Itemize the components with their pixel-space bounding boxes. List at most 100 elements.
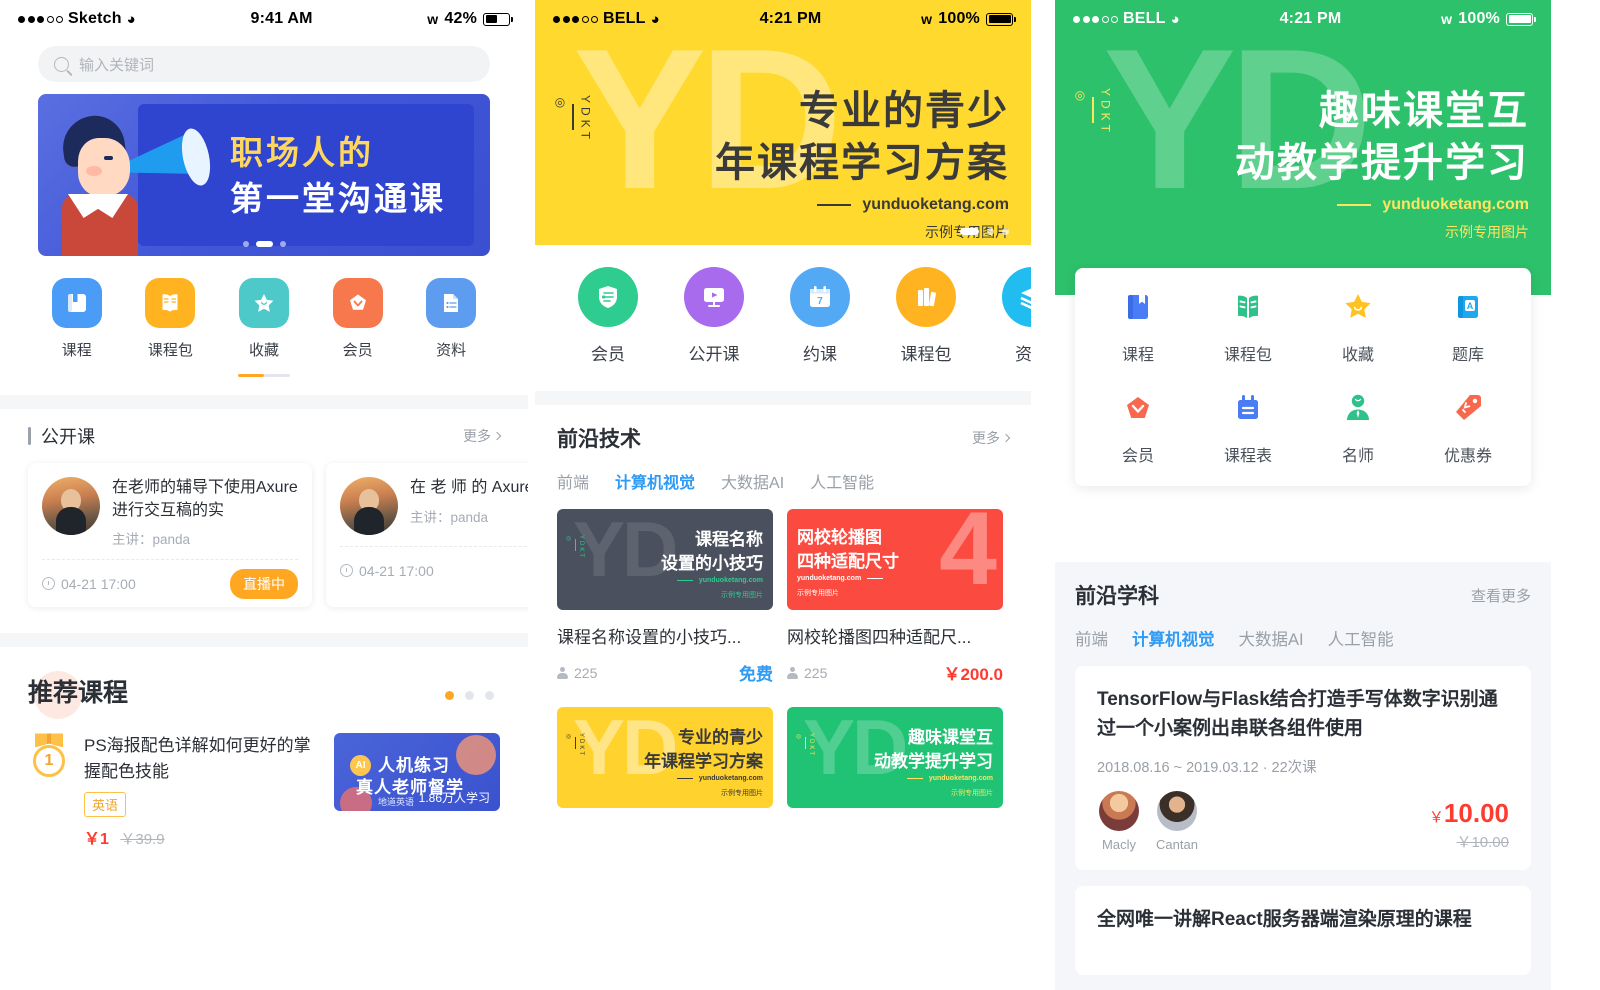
grid-label: 课程 <box>1121 347 1154 364</box>
grid-item-teachers[interactable]: 名师 <box>1303 391 1413 466</box>
nav-item-course-pack[interactable]: 课程包 <box>873 267 979 365</box>
wifi-icon: ◕ <box>126 10 136 28</box>
teacher-name: Cantan <box>1156 836 1198 852</box>
banner-url: yunduoketang.com <box>1382 196 1529 213</box>
svg-text:7: 7 <box>817 296 823 307</box>
banner-line2: 年课程学习方案 <box>715 141 1009 185</box>
tab-computer-vision[interactable]: 计算机视觉 <box>615 469 695 493</box>
time-text: 04-21 17:00 <box>359 562 434 579</box>
thumb-subtext: 示例专用图片 <box>951 790 993 797</box>
section-more-link[interactable]: 更多 <box>972 428 1011 448</box>
search-input[interactable]: 输入关键词 <box>38 46 490 82</box>
nav-item-member[interactable]: 会员 <box>555 267 661 365</box>
nav-item-course-pack[interactable]: 课程包 <box>124 278 218 360</box>
current-price: ￥1 <box>84 831 109 849</box>
thumb-content: YD YDKT ◎ 专业的青少 年课程学习方案 yunduoketang.com … <box>557 707 773 808</box>
grid-item-coupon[interactable]: 优惠券 <box>1413 391 1523 466</box>
book-icon <box>51 278 102 328</box>
battery-percent: 100% <box>1458 10 1500 27</box>
diamond-icon <box>332 278 383 328</box>
course-list-item[interactable]: TensorFlow与Flask结合打造手写体数字识别通过一个小案例出串联各组件… <box>1075 666 1531 870</box>
open-class-section: 公开课 更多 在老师的辅导下使用Axure进行交互稿的实 主讲：panda 04… <box>0 409 528 608</box>
banner-pagination[interactable] <box>38 241 490 247</box>
course-time: 04-21 17:00 <box>340 563 434 579</box>
course-price: 免费 <box>739 665 773 684</box>
open-class-title: 公开课 <box>41 427 95 447</box>
banner-pagination[interactable] <box>960 228 1009 235</box>
course-name: 网校轮播图四种适配尺... <box>787 628 972 647</box>
nav-item-course[interactable]: 课程 <box>30 278 124 360</box>
tab-bigdata-ai[interactable]: 大数据AI <box>721 469 784 493</box>
open-class-card[interactable]: 在 老 师 的 Axure进行: 主讲：panda 04-21 17:00 <box>326 463 528 608</box>
banner-url-row: yunduoketang.com <box>1337 196 1529 214</box>
thumb-subtext: 示例专用图片 <box>721 592 763 599</box>
title-accent-bar <box>28 427 31 445</box>
grid-label: 收藏 <box>1341 347 1374 364</box>
side-label-text: YDKT <box>578 95 593 144</box>
recommend-course-title: PS海报配色详解如何更好的掌握配色技能 <box>84 736 311 781</box>
hero-banner-yellow[interactable]: BELL ◕ 4:21 PM w 100% YD YDKT ◎ 专业的青少 年课… <box>535 0 1031 245</box>
thumb-content: 4 网校轮播图 四种适配尺寸 yunduoketang.com 示例专用图片 <box>787 509 1003 610</box>
thumb-line1: 网校轮播图 <box>797 528 882 547</box>
teacher[interactable]: Macly <box>1097 790 1141 852</box>
tab-bigdata-ai[interactable]: 大数据AI <box>1239 626 1304 650</box>
nav-label: 会员 <box>591 345 625 364</box>
course-card[interactable]: 4 网校轮播图 四种适配尺寸 yunduoketang.com 示例专用图片 网… <box>787 509 1003 685</box>
tab-frontend[interactable]: 前端 <box>1075 626 1108 650</box>
grid-label: 题库 <box>1451 347 1484 364</box>
nav-item-member[interactable]: 会员 <box>311 278 405 360</box>
carrier-label: Sketch <box>68 10 122 27</box>
tab-frontend[interactable]: 前端 <box>557 469 589 493</box>
battery-percent: 100% <box>938 10 980 27</box>
tab-ai[interactable]: 人工智能 <box>810 469 874 493</box>
nav-label: 资料 <box>436 342 467 359</box>
nav-item-favorites[interactable]: 收藏 <box>217 278 311 360</box>
thumb-line2: 四种适配尺寸 <box>797 552 899 571</box>
nav-item-materials[interactable]: 资料 <box>404 278 498 360</box>
hero-banner-green[interactable]: BELL ◕ 4:21 PM w 100% YD YDKT ◎ 趣味课堂互 动教… <box>1055 0 1551 295</box>
grid-label: 优惠券 <box>1443 448 1492 465</box>
nav-page-indicator[interactable] <box>0 374 528 377</box>
open-class-card[interactable]: 在老师的辅导下使用Axure进行交互稿的实 主讲：panda 04-21 17:… <box>28 463 312 608</box>
card-info: 在老师的辅导下使用Axure进行交互稿的实 主讲：panda <box>112 477 298 548</box>
avatar <box>340 477 398 535</box>
course-thumbnail: 4 网校轮播图 四种适配尺寸 yunduoketang.com 示例专用图片 <box>787 509 1003 610</box>
current-price: ￥10.00 <box>1429 798 1509 829</box>
nav-item-materials[interactable]: 资料 <box>979 267 1031 365</box>
original-price: ￥10.00 <box>1429 831 1509 852</box>
hero-banner-carousel[interactable]: 职场人的 第一堂沟通课 <box>38 94 490 256</box>
teacher[interactable]: Cantan <box>1155 790 1199 852</box>
more-label: 更多 <box>463 428 491 444</box>
bluetooth-icon: w <box>921 11 933 27</box>
course-card[interactable]: YD YDKT ◎ 课程名称 设置的小技巧 yunduoketang.com 示例… <box>557 509 773 685</box>
tab-computer-vision[interactable]: 计算机视觉 <box>1132 626 1215 650</box>
grid-item-member[interactable]: 会员 <box>1083 391 1193 466</box>
nav-item-open-class[interactable]: 公开课 <box>661 267 767 365</box>
open-class-more-link[interactable]: 更多 <box>463 426 502 446</box>
grid-item-course[interactable]: 课程 <box>1083 290 1193 365</box>
svg-text:A: A <box>1467 301 1474 311</box>
recommend-pagination[interactable] <box>445 691 494 701</box>
section-more-link[interactable]: 查看更多 <box>1471 585 1531 606</box>
banner-dash <box>1337 204 1372 206</box>
course-card[interactable]: YD YDKT ◎ 趣味课堂互 动教学提升学习 yunduoketang.com … <box>787 707 1003 808</box>
course-list-item[interactable]: 全网唯一讲解React服务器端渲染原理的课程 <box>1075 885 1531 975</box>
quick-grid: 课程 课程包 收藏 A 题库 会员 课程表 名师 优惠券 <box>1083 290 1523 466</box>
thumb-person-right <box>456 735 496 776</box>
tab-ai[interactable]: 人工智能 <box>1328 626 1394 650</box>
clock-icon <box>42 577 55 591</box>
grid-item-schedule[interactable]: 课程表 <box>1193 391 1303 466</box>
monitor-icon <box>684 267 744 327</box>
time-text: 04-21 17:00 <box>61 575 136 592</box>
grid-item-question-bank[interactable]: A 题库 <box>1413 290 1523 365</box>
shield-icon <box>578 267 638 327</box>
course-title: 全网唯一讲解React服务器端渲染原理的课程 <box>1097 908 1472 930</box>
grid-item-favorites[interactable]: 收藏 <box>1303 290 1413 365</box>
side-glyph: ◎ <box>1073 88 1087 106</box>
three-phone-screens: Sketch ◕ 9:41 AM w 42% 输入关键词 职场人的 第一堂沟通课… <box>0 0 1600 990</box>
recommend-title: 推荐课程 <box>28 679 129 708</box>
nav-item-book-class[interactable]: 7 约课 <box>767 267 873 365</box>
recommend-item[interactable]: 1 PS海报配色详解如何更好的掌握配色技能 英语 ￥1 ￥39.9 AI 人机练… <box>0 709 528 849</box>
grid-item-course-pack[interactable]: 课程包 <box>1193 290 1303 365</box>
course-card[interactable]: YD YDKT ◎ 专业的青少 年课程学习方案 yunduoketang.com … <box>557 707 773 808</box>
